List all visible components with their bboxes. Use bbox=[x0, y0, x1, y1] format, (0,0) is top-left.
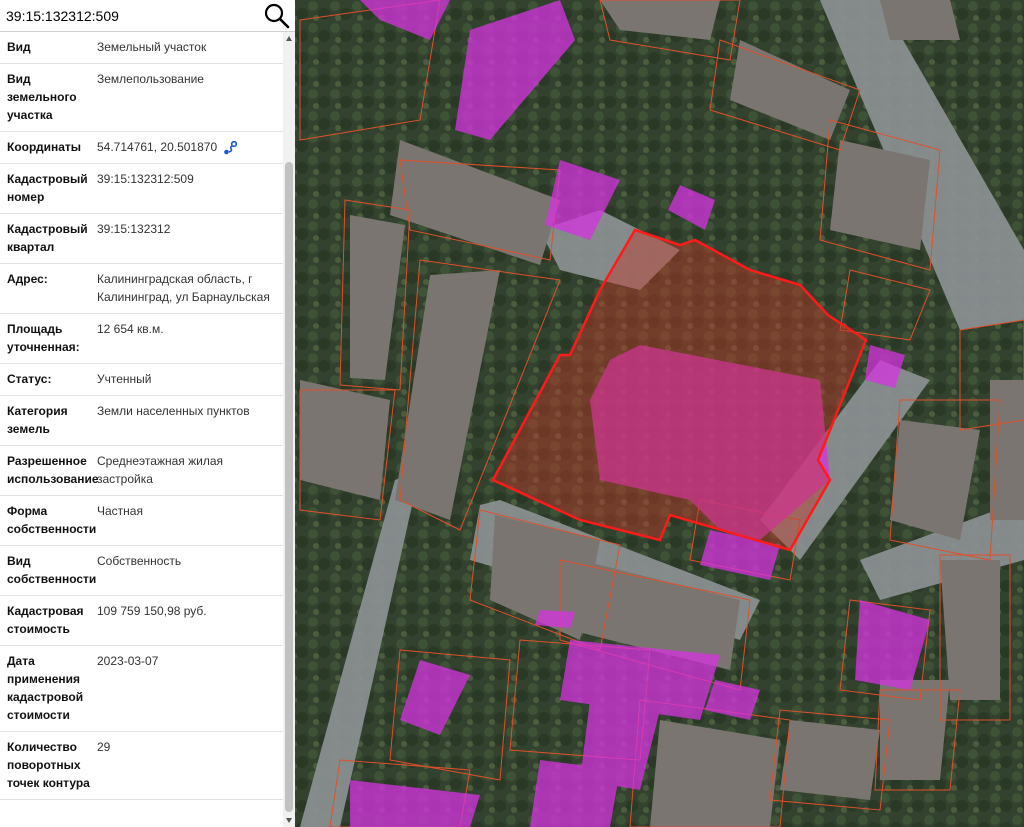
scroll-up-arrow[interactable] bbox=[286, 36, 292, 41]
property-label: Вид земельного участка bbox=[7, 72, 77, 122]
property-value: 109 759 150,98 руб. bbox=[97, 602, 283, 638]
property-value: Земельный участок bbox=[97, 38, 283, 56]
property-value: Собственность bbox=[97, 552, 283, 588]
search-input[interactable] bbox=[2, 3, 268, 29]
property-value-text: Частная bbox=[97, 504, 143, 518]
property-row: Разрешенное использование Среднеэтажная ж… bbox=[0, 446, 283, 496]
property-label: Разрешенное использование bbox=[7, 454, 99, 486]
property-row: Статус: Учтенный bbox=[0, 364, 283, 396]
property-label: Кадастровая стоимость bbox=[7, 604, 84, 636]
property-value: Частная bbox=[97, 502, 283, 538]
property-label: Кадастровый квартал bbox=[7, 222, 88, 254]
property-label: Координаты bbox=[7, 140, 82, 154]
property-value-text: Землепользование bbox=[97, 72, 204, 86]
scrollbar[interactable] bbox=[283, 32, 295, 827]
property-label: Кадастровый номер bbox=[7, 172, 88, 204]
property-value-text: Земельный участок bbox=[97, 40, 207, 54]
property-label: Статус: bbox=[7, 372, 52, 386]
property-value: 39:15:132312:509 bbox=[97, 170, 283, 206]
property-value: Учтенный bbox=[97, 370, 283, 388]
property-label: Площадь уточненная: bbox=[7, 322, 80, 354]
property-label: Дата применения кадастровой стоимости bbox=[7, 654, 84, 722]
property-value-text: 54.714761, 20.501870 bbox=[97, 140, 218, 154]
property-value: 29 bbox=[97, 738, 283, 792]
property-label: Вид собственности bbox=[7, 554, 97, 586]
property-value: 2023-03-07 bbox=[97, 652, 283, 724]
property-value-text: Земли населенных пунктов bbox=[97, 404, 250, 418]
property-value: Среднеэтажная жилая застройка bbox=[97, 452, 283, 488]
property-label: Количество поворотных точек контура bbox=[7, 740, 90, 790]
property-row: Категория земель Земли населенных пунктов bbox=[0, 396, 283, 446]
property-value: 39:15:132312 bbox=[97, 220, 283, 256]
property-label: Категория земель bbox=[7, 404, 68, 436]
property-label: Вид bbox=[7, 40, 31, 54]
property-value-text: Учтенный bbox=[97, 372, 152, 386]
scroll-down-arrow[interactable] bbox=[286, 818, 292, 823]
property-row: Вид Земельный участок bbox=[0, 32, 283, 64]
property-row: Вид собственности Собственность bbox=[0, 546, 283, 596]
property-value: Калининградская область, г Калининград, … bbox=[97, 270, 283, 306]
property-label: Адрес: bbox=[7, 272, 48, 286]
property-row: Количество поворотных точек контура 29 bbox=[0, 732, 283, 800]
search-icon[interactable] bbox=[263, 2, 291, 30]
property-row: Кадастровый номер 39:15:132312:509 bbox=[0, 164, 283, 214]
property-value: Землепользование bbox=[97, 70, 283, 124]
property-value-text: 2023-03-07 bbox=[97, 654, 159, 668]
search-bar bbox=[0, 0, 295, 32]
property-value-text: 39:15:132312 bbox=[97, 222, 171, 236]
property-row: Дата применения кадастровой стоимости 202… bbox=[0, 646, 283, 732]
parcel-properties-list: Вид Земельный участок Вид земельного участ… bbox=[0, 32, 283, 827]
property-value-text: 39:15:132312:509 bbox=[97, 172, 194, 186]
property-value: 54.714761, 20.501870 bbox=[97, 138, 283, 156]
property-row: Кадастровый квартал 39:15:132312 bbox=[0, 214, 283, 264]
property-value-text: 12 654 кв.м. bbox=[97, 322, 164, 336]
property-value-text: Собственность bbox=[97, 554, 182, 568]
route-icon[interactable] bbox=[223, 140, 239, 155]
property-value-text: 109 759 150,98 руб. bbox=[97, 604, 207, 618]
parcel-info-panel: Вид Земельный участок Вид земельного участ… bbox=[0, 0, 295, 827]
property-row: Вид земельного участка Землепользование bbox=[0, 64, 283, 132]
property-value-text: Калининградская область, г Калининград, … bbox=[97, 272, 270, 304]
property-row: Форма собственности Частная bbox=[0, 496, 283, 546]
property-value: Земли населенных пунктов bbox=[97, 402, 283, 438]
property-value-text: 29 bbox=[97, 740, 111, 754]
scroll-thumb[interactable] bbox=[285, 162, 293, 812]
property-label: Форма собственности bbox=[7, 504, 97, 536]
property-row: Кадастровая стоимость 109 759 150,98 руб. bbox=[0, 596, 283, 646]
property-row: Адрес: Калининградская область, г Калинин… bbox=[0, 264, 283, 314]
property-row: Площадь уточненная: 12 654 кв.м. bbox=[0, 314, 283, 364]
property-value-text: Среднеэтажная жилая застройка bbox=[97, 454, 224, 486]
property-row: Координаты 54.714761, 20.501870 bbox=[0, 132, 283, 164]
property-value: 12 654 кв.м. bbox=[97, 320, 283, 356]
